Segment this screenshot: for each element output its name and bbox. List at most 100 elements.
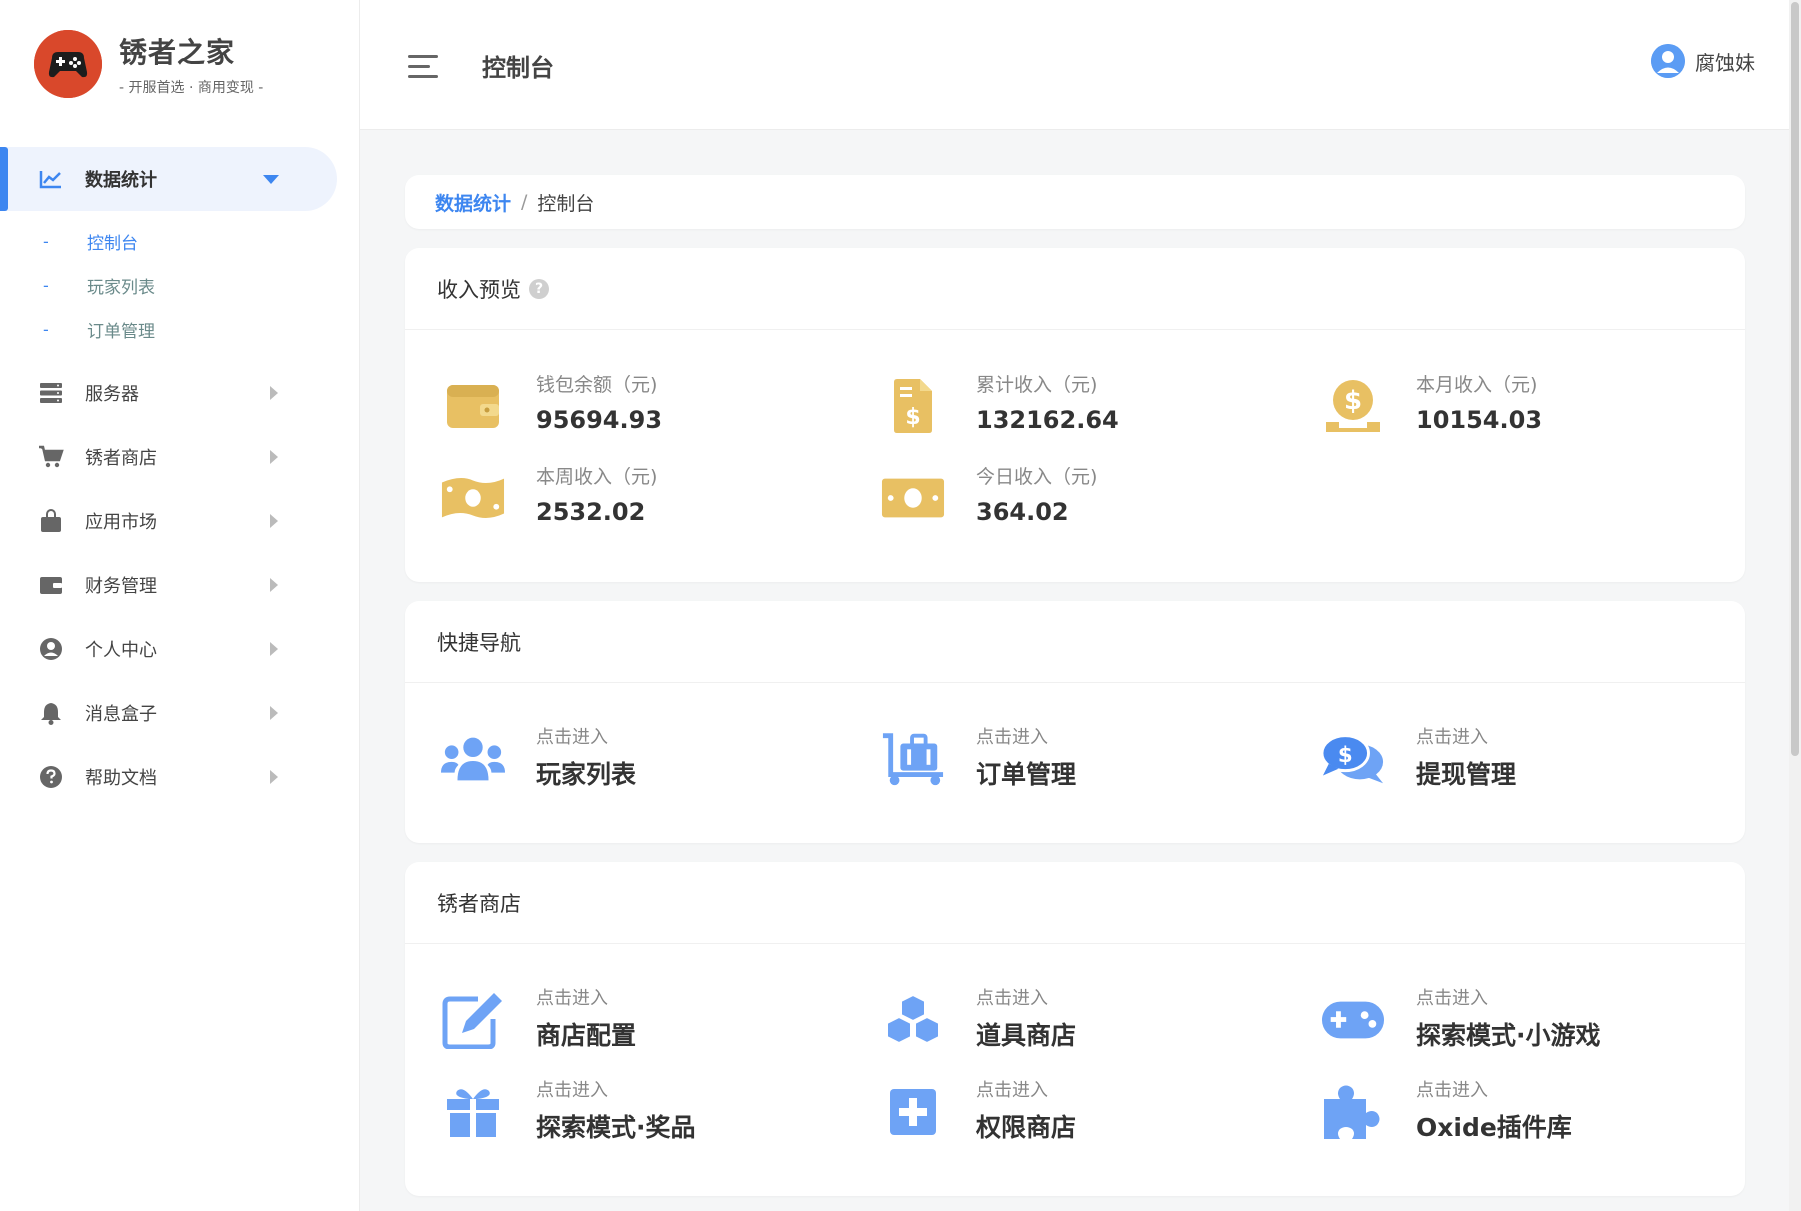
plus-square-icon (881, 1080, 945, 1144)
puzzle-icon (1321, 1080, 1385, 1144)
top-header: 控制台 腐蚀妹 (360, 0, 1801, 130)
shop-item-title: 商店配置 (536, 1021, 637, 1050)
shop-item-title: 探索模式·奖品 (536, 1113, 696, 1142)
shop-item-hint: 点击进入 (976, 1080, 1048, 1101)
user-name: 腐蚀妹 (1695, 50, 1755, 75)
shop-item-hint: 点击进入 (976, 988, 1048, 1009)
svg-text:$: $ (1338, 743, 1353, 768)
svg-text:$: $ (905, 405, 920, 430)
stat-value: 10154.03 (1416, 406, 1543, 434)
cart-icon (38, 444, 64, 470)
app-root: 锈者之家 - 开服首选 · 商用变现 - 数据统计 - 控制台 - 玩家列表 -… (0, 0, 1801, 1211)
chevron-right-icon (270, 386, 278, 400)
shop-card-title: 锈者商店 (437, 891, 521, 916)
income-card-title: 收入预览 (437, 277, 521, 302)
quick-nav-header: 快捷导航 (405, 601, 1745, 683)
page-scrollbar[interactable] (1789, 0, 1801, 1211)
shop-item-title: 道具商店 (976, 1021, 1077, 1050)
wallet-icon (38, 572, 64, 598)
menu-toggle-icon[interactable] (408, 55, 438, 79)
shop-item-hint: 点击进入 (536, 988, 608, 1009)
question-circle-icon (38, 764, 64, 790)
money-bill-icon (881, 466, 945, 530)
scrollbar-thumb[interactable] (1791, 2, 1799, 756)
brand-subtitle: - 开服首选 · 商用变现 - (119, 80, 264, 96)
brand[interactable]: 锈者之家 - 开服首选 · 商用变现 - (34, 30, 263, 98)
shop-oxide-plugins[interactable]: 点击进入 Oxide插件库 (1285, 1072, 1705, 1152)
users-icon (441, 727, 505, 791)
income-card: 收入预览 ? 钱包余额（元) 95694.93 $ 累计收入（元) 132162… (405, 248, 1745, 582)
quick-nav-hint: 点击进入 (976, 727, 1048, 748)
stat-label: 钱包余额（元) (536, 374, 658, 396)
quick-nav-players[interactable]: 点击进入 玩家列表 (405, 719, 825, 799)
shop-permissions[interactable]: 点击进入 权限商店 (845, 1072, 1265, 1152)
sidebar-item-finance[interactable]: 财务管理 (0, 553, 360, 617)
sidebar-group-label: 数据统计 (85, 170, 157, 191)
quick-nav-orders[interactable]: 点击进入 订单管理 (845, 719, 1265, 799)
shop-item-hint: 点击进入 (536, 1080, 608, 1101)
sidebar: 锈者之家 - 开服首选 · 商用变现 - 数据统计 - 控制台 - 玩家列表 -… (0, 0, 360, 1211)
stat-month-income: $ 本月收入（元) 10154.03 (1285, 366, 1705, 446)
sidebar-sub-players[interactable]: - 玩家列表 (0, 263, 360, 307)
chevron-right-icon (270, 578, 278, 592)
help-icon[interactable]: ? (529, 278, 549, 299)
sidebar-item-messages[interactable]: 消息盒子 (0, 681, 360, 745)
sidebar-sub-orders[interactable]: - 订单管理 (0, 307, 360, 351)
stat-total-income: $ 累计收入（元) 132162.64 (845, 366, 1265, 446)
sidebar-item-server[interactable]: 服务器 (0, 361, 360, 425)
sidebar-item-shop[interactable]: 锈者商店 (0, 425, 360, 489)
gamepad-logo-icon (34, 30, 102, 98)
comments-dollar-icon: $ (1321, 727, 1385, 791)
shopping-bag-icon (38, 508, 64, 534)
invoice-dollar-icon: $ (881, 374, 945, 438)
sidebar-item-profile[interactable]: 个人中心 (0, 617, 360, 681)
quick-nav-hint: 点击进入 (1416, 727, 1488, 748)
chevron-right-icon (270, 450, 278, 464)
stat-wallet-balance: 钱包余额（元) 95694.93 (405, 366, 825, 446)
chevron-right-icon (270, 770, 278, 784)
gamepad-icon (1321, 988, 1385, 1052)
page-title: 控制台 (482, 54, 554, 82)
chart-line-icon (38, 166, 64, 192)
stat-week-income: 本周收入（元) 2532.02 (405, 458, 825, 538)
avatar (1651, 44, 1685, 78)
shop-item-title: 权限商店 (976, 1113, 1077, 1142)
user-menu[interactable]: 腐蚀妹 (1651, 44, 1755, 78)
shop-minigame[interactable]: 点击进入 探索模式·小游戏 (1285, 980, 1705, 1060)
stat-value: 364.02 (976, 498, 1069, 526)
user-circle-icon (38, 636, 64, 662)
stat-value: 132162.64 (976, 406, 1119, 434)
sidebar-item-help[interactable]: 帮助文档 (0, 745, 360, 809)
sidebar-item-market[interactable]: 应用市场 (0, 489, 360, 553)
money-bill-wave-icon (441, 466, 505, 530)
stat-today-income: 今日收入（元) 364.02 (845, 458, 1265, 538)
breadcrumb-current: 控制台 (537, 192, 595, 215)
stat-label: 本周收入（元) (536, 466, 658, 488)
quick-nav-hint: 点击进入 (536, 727, 608, 748)
caret-down-icon (263, 175, 279, 184)
quick-nav-title: 订单管理 (976, 760, 1077, 789)
shop-card: 锈者商店 点击进入 商店配置 点击进入 道具商店 点击进入 探索模式·小游戏 点… (405, 862, 1745, 1196)
shop-config[interactable]: 点击进入 商店配置 (405, 980, 825, 1060)
hand-coin-icon: $ (1321, 374, 1385, 438)
edit-icon (441, 988, 505, 1052)
breadcrumb-parent[interactable]: 数据统计 (435, 189, 511, 216)
breadcrumb: 数据统计 / 控制台 (405, 175, 1745, 229)
stat-value: 2532.02 (536, 498, 646, 526)
sidebar-nav: 数据统计 - 控制台 - 玩家列表 - 订单管理 服务器 锈者商店 应用市场 财… (0, 147, 360, 809)
sidebar-sub-dashboard[interactable]: - 控制台 (0, 219, 360, 263)
income-card-header: 收入预览 ? (405, 248, 1745, 330)
brand-title: 锈者之家 (119, 36, 236, 69)
quick-nav-title: 提现管理 (1416, 760, 1517, 789)
stat-value: 95694.93 (536, 406, 663, 434)
chevron-right-icon (270, 706, 278, 720)
shop-prizes[interactable]: 点击进入 探索模式·奖品 (405, 1072, 825, 1152)
main-content: 数据统计 / 控制台 收入预览 ? 钱包余额（元) 95694.93 $ 累计收… (405, 175, 1745, 1196)
breadcrumb-separator: / (521, 191, 528, 213)
wallet-icon (441, 374, 505, 438)
dolly-icon (881, 727, 945, 791)
quick-nav-withdraw[interactable]: $ 点击进入 提现管理 (1285, 719, 1705, 799)
quick-nav-card: 快捷导航 点击进入 玩家列表 点击进入 订单管理 $ 点击进入 提现管理 (405, 601, 1745, 843)
shop-items[interactable]: 点击进入 道具商店 (845, 980, 1265, 1060)
sidebar-group-stats[interactable]: 数据统计 (0, 147, 337, 211)
